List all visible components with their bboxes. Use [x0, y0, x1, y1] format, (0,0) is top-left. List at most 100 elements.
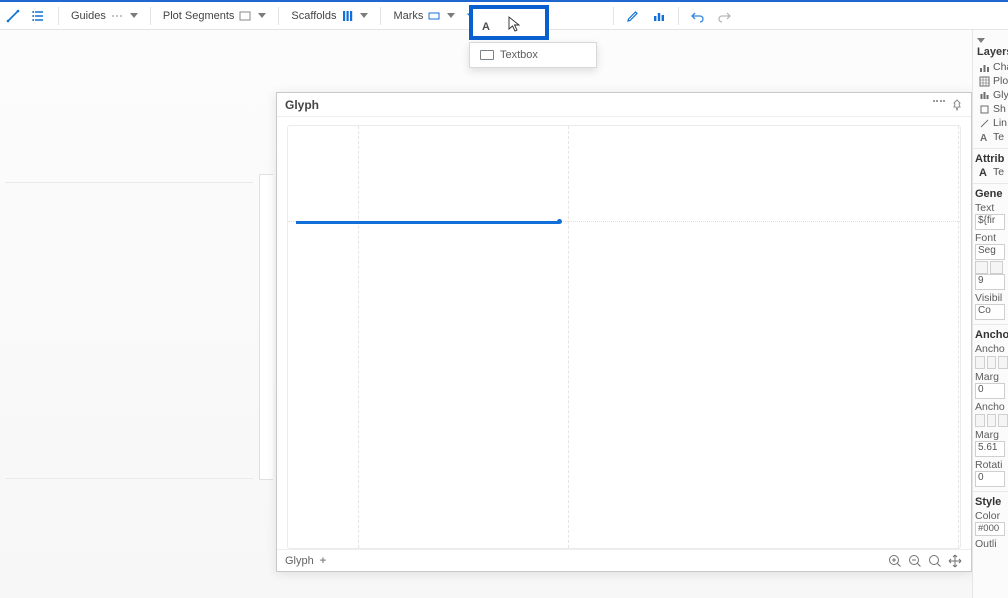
anchor-x-button[interactable]: [975, 356, 985, 369]
layer-item[interactable]: Lin: [973, 116, 1008, 130]
scaffold-icon: [340, 9, 354, 23]
attributes-title: Attrib: [973, 148, 1008, 165]
guides-label: Guides: [71, 10, 106, 22]
glyph-panel-header[interactable]: Glyph: [277, 93, 971, 117]
zoom-fit-icon[interactable]: [927, 553, 943, 569]
anchor-y-button[interactable]: [987, 414, 997, 427]
guides-icon: [110, 9, 124, 23]
textbox-menu-label: Textbox: [500, 49, 538, 61]
selected-layer[interactable]: ATe: [973, 165, 1008, 179]
chart-tool[interactable]: [646, 5, 672, 27]
marks-label: Marks: [393, 10, 423, 22]
text-tool-highlight[interactable]: A: [469, 5, 549, 40]
glyph-footer-label: Glyph: [285, 555, 314, 567]
outline-label: Outli: [973, 538, 1008, 550]
text-tool-letter: A: [482, 21, 490, 33]
right-panel: Layers Chart Plo Glyph Sh Lin ATe Attrib…: [972, 30, 1008, 598]
glyph-line-mark[interactable]: [296, 221, 559, 224]
glyph-icon: [979, 90, 990, 101]
anchor-x-button[interactable]: [998, 356, 1008, 369]
layer-item[interactable]: Sh: [973, 102, 1008, 116]
plotsegment-icon: [979, 76, 990, 87]
text-attr-label: Text: [973, 202, 1008, 214]
font-attr-input[interactable]: Seg: [975, 244, 1005, 260]
faint-grid-line: [5, 478, 253, 479]
left-faint-panel: [259, 174, 273, 480]
font-style-button[interactable]: [990, 261, 1003, 274]
pin-icon[interactable]: [951, 99, 963, 111]
color-input[interactable]: #000: [975, 522, 1005, 536]
layer-item[interactable]: Chart: [973, 60, 1008, 74]
zoom-in-icon[interactable]: [887, 553, 903, 569]
zoom-out-icon[interactable]: [907, 553, 923, 569]
marks-dropdown[interactable]: Marks: [387, 5, 461, 27]
visibility-label: Visibil: [973, 292, 1008, 304]
list-icon: [32, 9, 46, 23]
list-tool[interactable]: [26, 5, 52, 27]
text-tool-menu[interactable]: Textbox: [469, 42, 597, 68]
barchart-icon: [652, 9, 666, 23]
text-icon: A: [979, 167, 990, 178]
anchor-y-button[interactable]: [975, 414, 985, 427]
plot-rect-icon: [238, 9, 252, 23]
rotation-input[interactable]: 0: [975, 471, 1005, 487]
anchor-y-label: Ancho: [973, 401, 1008, 413]
glyph-panel-footer: Glyph +: [277, 549, 971, 571]
chevron-down-icon[interactable]: [977, 38, 985, 43]
scaffolds-dropdown[interactable]: Scaffolds: [285, 5, 374, 27]
font-style-button[interactable]: [975, 261, 988, 274]
margin-x-input[interactable]: 0: [975, 383, 1005, 399]
line-tool[interactable]: [0, 5, 26, 27]
text-attr-input[interactable]: ${fir: [975, 214, 1005, 230]
scaffolds-label: Scaffolds: [291, 10, 336, 22]
chevron-down-icon: [447, 13, 455, 18]
add-glyph-button[interactable]: +: [320, 555, 326, 567]
style-title: Style: [973, 491, 1008, 508]
glyph-canvas[interactable]: [277, 117, 971, 549]
glyph-vguide: [358, 126, 359, 548]
chevron-down-icon: [258, 13, 266, 18]
anchor-x-label: Ancho: [973, 343, 1008, 355]
font-size-input[interactable]: 9: [975, 274, 1005, 290]
glyph-line-handle[interactable]: [557, 219, 562, 224]
textbox-icon: [480, 50, 494, 60]
font-attr-label: Font: [973, 232, 1008, 244]
anchor-y-button[interactable]: [998, 414, 1008, 427]
plot-segments-dropdown[interactable]: Plot Segments: [157, 5, 273, 27]
layer-item[interactable]: ATe: [973, 130, 1008, 144]
link-icon: [979, 118, 990, 129]
layer-item[interactable]: Plo: [973, 74, 1008, 88]
pencil-tool[interactable]: [620, 5, 646, 27]
move-icon[interactable]: [947, 553, 963, 569]
redo-icon: [717, 9, 731, 23]
glyph-vguide: [568, 126, 569, 548]
chevron-down-icon: [360, 13, 368, 18]
rotation-label: Rotati: [973, 459, 1008, 471]
svg-text:A: A: [980, 133, 987, 143]
anchor-x-button[interactable]: [987, 356, 997, 369]
svg-text:A: A: [979, 167, 987, 178]
general-title: Gene: [973, 183, 1008, 200]
glyph-editor-panel: Glyph Glyph +: [276, 92, 972, 572]
color-label: Color: [973, 510, 1008, 522]
collapse-icon[interactable]: [933, 99, 945, 102]
faint-grid-line: [5, 182, 253, 183]
plot-segments-label: Plot Segments: [163, 10, 235, 22]
chevron-down-icon: [130, 13, 138, 18]
margin-x-label: Marg: [973, 371, 1008, 383]
glyph-title: Glyph: [285, 98, 319, 112]
pencil-icon: [626, 9, 640, 23]
redo-button[interactable]: [711, 5, 737, 27]
anchor-title: Ancho: [973, 324, 1008, 341]
layer-item[interactable]: Glyph: [973, 88, 1008, 102]
visibility-input[interactable]: Co: [975, 304, 1005, 320]
guides-dropdown[interactable]: Guides: [65, 5, 144, 27]
undo-button[interactable]: [685, 5, 711, 27]
shape-icon: [979, 104, 990, 115]
glyph-vguide: [958, 126, 959, 548]
cursor-icon: [507, 15, 525, 33]
mark-rect-icon: [427, 9, 441, 23]
margin-y-input[interactable]: 5.61: [975, 441, 1005, 457]
chart-icon: [979, 62, 990, 73]
margin-y-label: Marg: [973, 429, 1008, 441]
